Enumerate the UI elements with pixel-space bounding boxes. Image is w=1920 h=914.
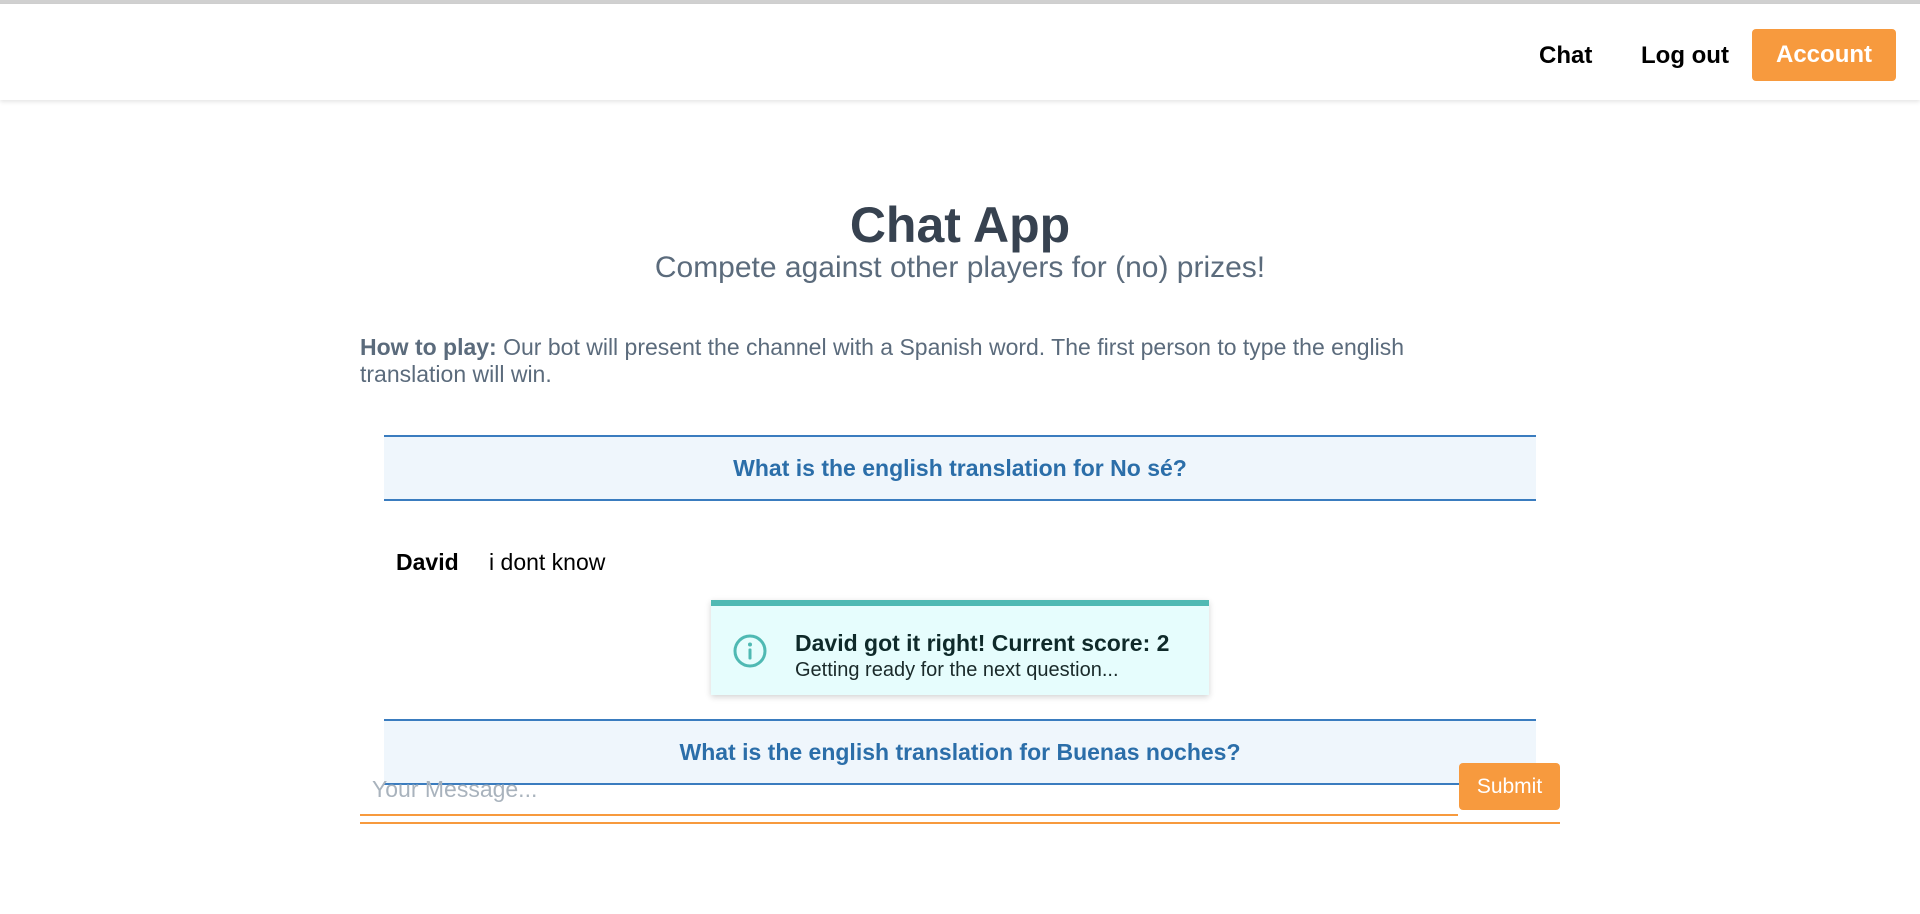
nav-logout-link[interactable]: Log out — [1641, 42, 1729, 70]
page-title: Chat App — [849, 197, 1071, 253]
chat-message: David i dont know — [396, 549, 605, 576]
notification-toast: David got it right! Current score: 2 Get… — [711, 600, 1209, 695]
how-to-play: How to play: Our bot will present the ch… — [360, 334, 1490, 388]
toast-subtitle: Getting ready for the next question... — [795, 659, 1119, 681]
navbar: Chat Log out Account — [0, 4, 1920, 100]
how-to-play-text: Our bot will present the channel with a … — [360, 334, 1405, 387]
message-text: i dont know — [489, 549, 606, 575]
account-button[interactable]: Account — [1752, 29, 1896, 81]
how-to-play-label: How to play: — [360, 334, 497, 360]
info-circle-icon — [733, 634, 767, 668]
toast-title: David got it right! Current score: 2 — [795, 630, 1170, 656]
bot-question: What is the english translation for No s… — [384, 435, 1536, 501]
nav-chat-link[interactable]: Chat — [1539, 42, 1592, 70]
input-underline — [360, 822, 1560, 824]
page-subtitle: Compete against other players for (no) p… — [654, 251, 1266, 284]
submit-button[interactable]: Submit — [1459, 763, 1560, 810]
message-input[interactable] — [360, 764, 1458, 816]
message-username: David — [396, 549, 459, 575]
